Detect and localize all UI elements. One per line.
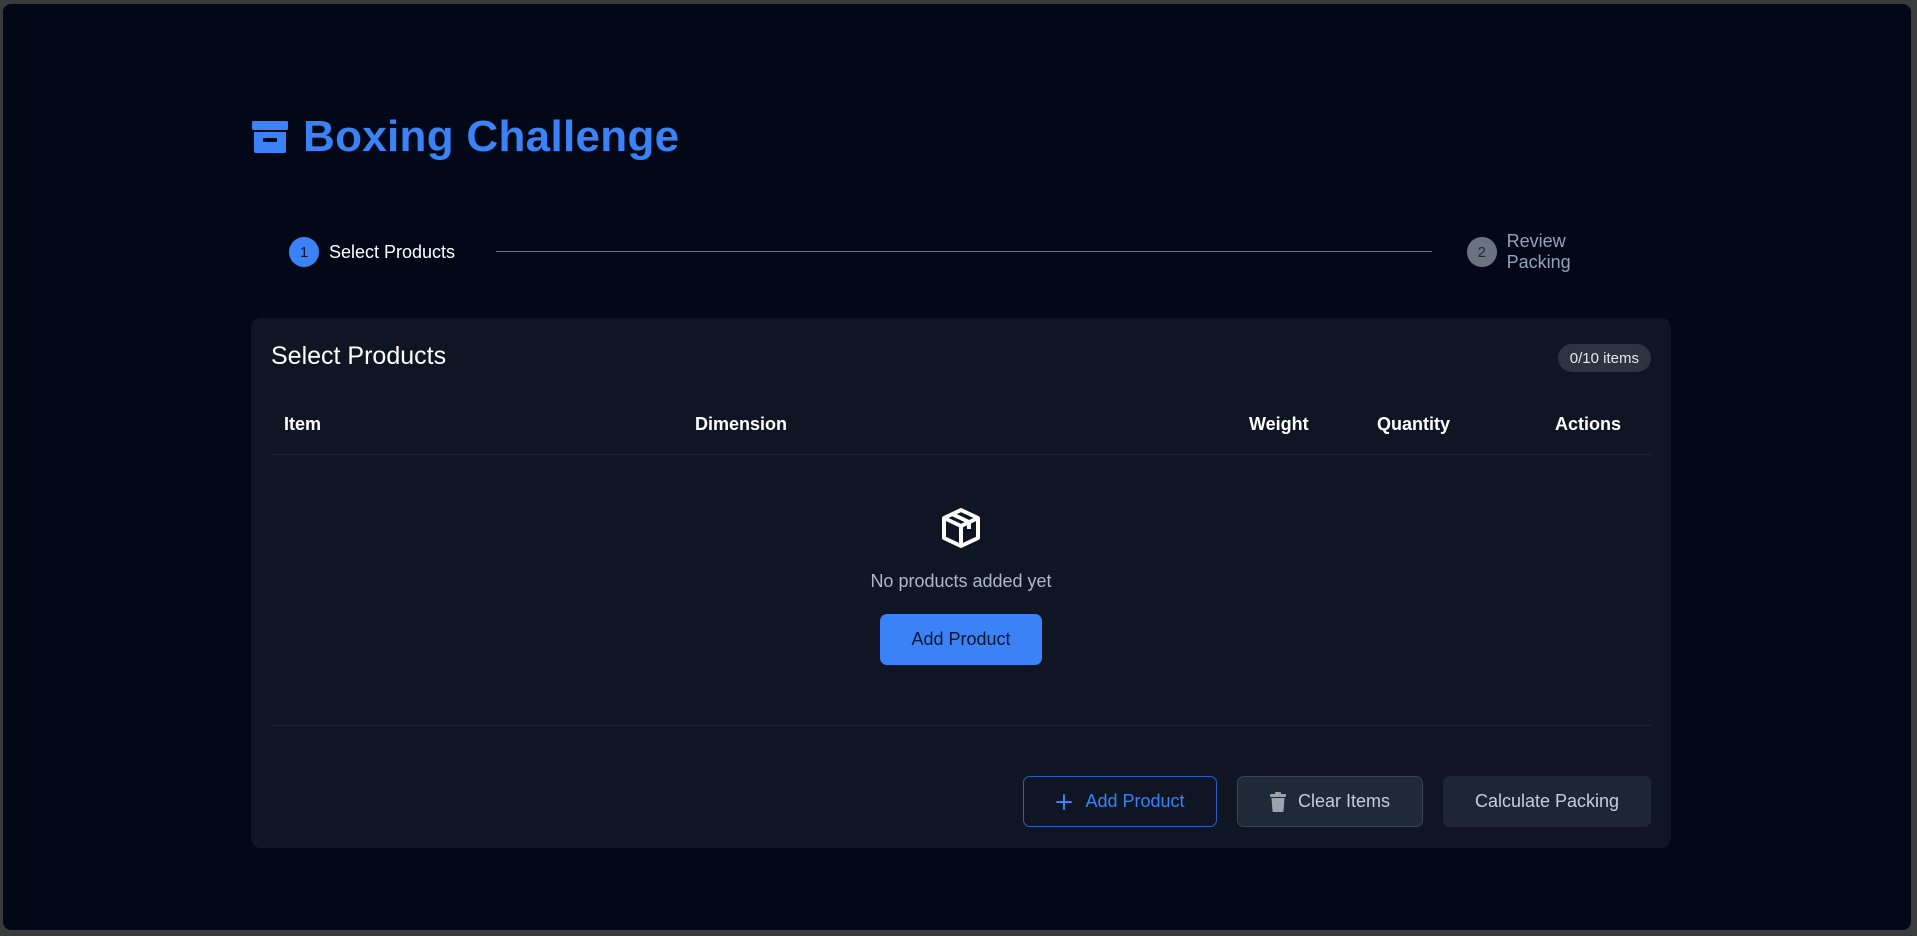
column-header-dimension: Dimension [695,414,788,434]
calculate-packing-button[interactable]: Calculate Packing [1443,776,1651,827]
select-products-card: Select Products 0/10 items Item Dimensio… [251,318,1671,848]
package-box-icon [942,508,980,548]
step-review-packing[interactable]: 2 Review Packing [1467,231,1633,272]
step-connector [496,251,1432,252]
step-number: 2 [1467,237,1497,267]
column-header-item: Item [284,414,322,434]
column-header-weight: Weight [1249,414,1309,434]
table-header: Item Dimension Weight Quantity Actions [271,414,1651,455]
button-label: Add Product [1085,791,1185,811]
plus-icon [1055,793,1073,811]
column-header-quantity: Quantity [1377,414,1451,434]
column-header-actions: Actions [1555,414,1622,434]
clear-items-button[interactable]: Clear Items [1237,776,1423,827]
step-label: Review Packing [1506,231,1571,272]
archive-box-icon [252,121,288,153]
card-title: Select Products [271,342,447,370]
page-title: Boxing Challenge [303,112,680,161]
app-window: Boxing Challenge 1 Select Products 2 Rev… [3,4,1911,930]
step-label: Select Products [329,241,456,262]
button-label: Clear Items [1297,791,1391,811]
step-number: 1 [289,237,319,267]
stepper: 1 Select Products 2 Review Packing [289,231,1633,272]
empty-message: No products added yet [870,571,1052,591]
trash-icon [1269,791,1286,812]
app-header: Boxing Challenge [251,112,679,162]
empty-state: No products added yet Add Product [271,455,1651,726]
add-product-button[interactable]: Add Product [880,614,1042,665]
item-count-badge: 0/10 items [1557,344,1651,372]
step-select-products[interactable]: 1 Select Products [289,236,455,268]
footer-add-product-button[interactable]: Add Product [1023,776,1217,827]
